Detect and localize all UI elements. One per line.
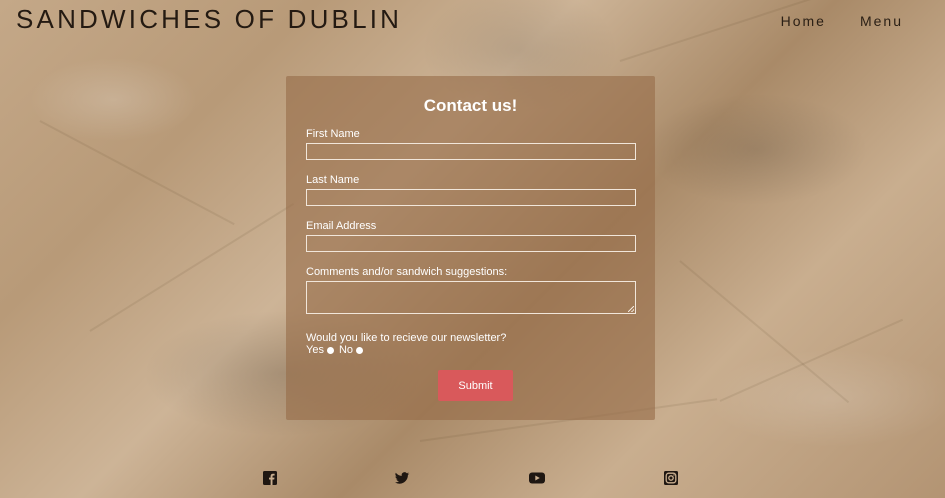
paper-crease <box>719 318 904 402</box>
submit-button[interactable]: Submit <box>438 370 513 401</box>
paper-crease <box>619 0 868 62</box>
comments-label: Comments and/or sandwich suggestions: <box>306 266 508 278</box>
newsletter-question: Would you like to recieve our newsletter… <box>306 332 507 344</box>
radio-yes-label: Yes <box>306 344 324 356</box>
site-title[interactable]: SANDWICHES OF DUBLIN <box>16 4 402 35</box>
facebook-icon[interactable] <box>262 470 278 486</box>
contact-form-card: Contact us! First Name Last Name Email A… <box>286 76 655 420</box>
youtube-icon[interactable] <box>528 470 546 486</box>
form-title: Contact us! <box>423 96 518 115</box>
twitter-icon[interactable] <box>394 470 410 486</box>
paper-crease <box>89 202 295 332</box>
paper-crease <box>39 120 235 226</box>
nav-link-home[interactable]: Home <box>781 13 826 29</box>
radio-no-label: No <box>338 344 354 356</box>
email-input[interactable] <box>306 235 636 252</box>
resize-handle[interactable] <box>628 306 634 312</box>
nav-link-menu[interactable]: Menu <box>860 13 903 29</box>
comments-textarea[interactable] <box>306 281 636 314</box>
last-name-input[interactable] <box>306 189 636 206</box>
last-name-label: Last Name <box>306 174 360 186</box>
radio-yes[interactable] <box>326 346 334 354</box>
first-name-input[interactable] <box>306 143 636 160</box>
email-label: Email Address <box>306 220 377 232</box>
radio-no[interactable] <box>356 346 364 354</box>
newsletter-options: Yes No <box>306 344 365 356</box>
first-name-label: First Name <box>306 128 360 140</box>
instagram-icon[interactable] <box>663 470 679 486</box>
main-nav: Home Menu <box>781 13 903 29</box>
